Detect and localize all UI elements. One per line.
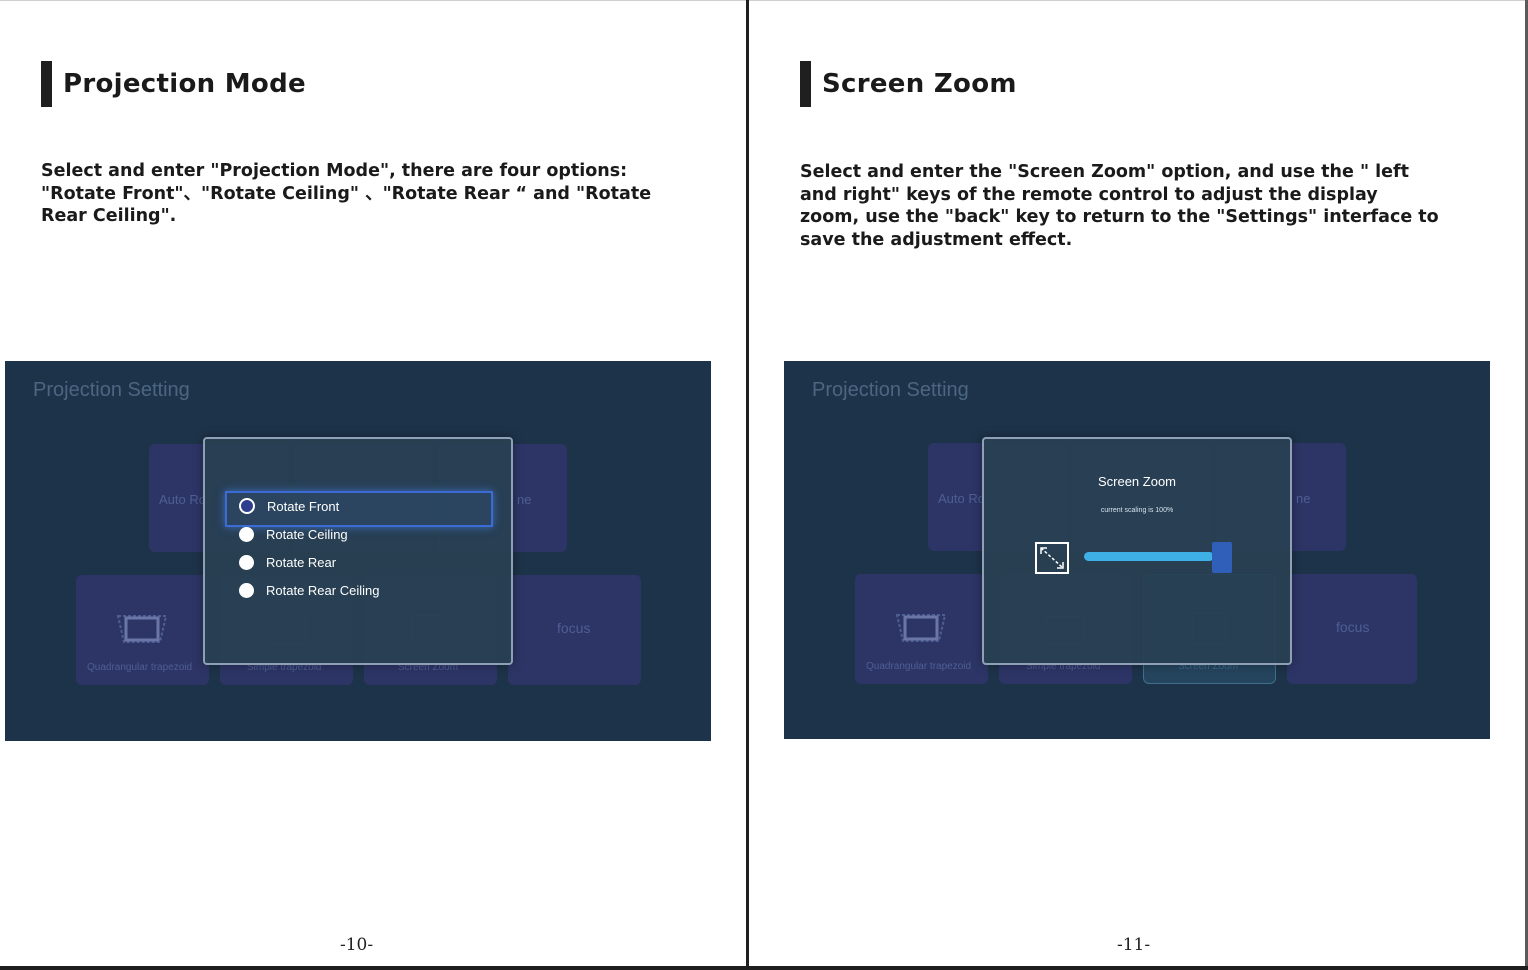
option-rotate-front[interactable]: Rotate Front [239, 492, 339, 520]
tile-quadrangular: Quadrangular trapezoid [855, 574, 988, 684]
projection-mode-screenshot: Projection Setting Auto Ro ne Quadrangul… [5, 361, 711, 741]
zoom-slider-fill [1084, 552, 1214, 561]
page-divider [746, 0, 749, 970]
tile-label: Auto Ro [938, 491, 985, 506]
radio-icon [239, 526, 254, 542]
screen-title: Projection Setting [33, 379, 190, 401]
zoom-slider-track[interactable] [1084, 552, 1224, 561]
heading-text: Screen Zoom [822, 69, 1017, 99]
option-label: Rotate Rear Ceiling [266, 582, 380, 598]
tile-label: ne [517, 492, 532, 507]
dialog-subtitle: current scaling is 100% [1100, 507, 1174, 514]
tile-quadrangular: Quadrangular trapezoid [76, 575, 209, 685]
tile-focus: focus [508, 575, 641, 685]
tile-label: focus [557, 620, 591, 636]
tile-label: Auto Ro [159, 492, 206, 507]
option-rotate-rear[interactable]: Rotate Rear [239, 548, 336, 576]
zoom-slider-handle[interactable] [1212, 542, 1232, 573]
manual-page-left: Projection Mode Select and enter "Projec… [0, 0, 746, 969]
trapezoid-icon [116, 615, 168, 643]
screen-zoom-screenshot: Projection Setting Auto Ro ne Quadrangul… [784, 361, 1490, 739]
section-heading: Projection Mode [41, 61, 306, 107]
projection-mode-dialog: Rotate Front Rotate Ceiling Rotate Rear … [203, 437, 513, 665]
option-label: Rotate Ceiling [266, 526, 348, 542]
body-paragraph: Select and enter the "Screen Zoom" optio… [800, 162, 1439, 250]
screen-title: Projection Setting [812, 379, 969, 401]
option-rotate-ceiling[interactable]: Rotate Ceiling [239, 520, 348, 548]
body-paragraph: Select and enter "Projection Mode", ther… [41, 161, 652, 226]
tile-label: focus [1336, 619, 1370, 635]
tile-label: Quadrangular trapezoid [87, 662, 193, 673]
tile-focus: focus [1287, 574, 1417, 684]
tile-label: Quadrangular trapezoid [866, 661, 972, 672]
heading-text: Projection Mode [63, 69, 306, 99]
radio-icon [239, 582, 254, 598]
section-heading: Screen Zoom [800, 61, 1017, 107]
option-rotate-rear-ceiling[interactable]: Rotate Rear Ceiling [239, 576, 379, 604]
dialog-title: Screen Zoom [1097, 474, 1177, 489]
option-label: Rotate Front [267, 498, 340, 514]
page-number: -10- [340, 935, 374, 955]
radio-selected-icon [239, 498, 255, 514]
option-label: Rotate Rear [266, 554, 337, 570]
trapezoid-icon [895, 614, 947, 642]
screen-zoom-dialog: Screen Zoom current scaling is 100% [982, 437, 1292, 665]
tile-label: ne [1296, 491, 1311, 506]
manual-page-right: Screen Zoom Select and enter the "Screen… [749, 0, 1525, 969]
radio-icon [239, 554, 254, 570]
heading-bar [800, 61, 811, 107]
page-number: -11- [1117, 935, 1151, 955]
page-bottom-edge [0, 966, 1528, 970]
scale-icon [1035, 542, 1069, 574]
heading-bar [41, 61, 52, 107]
